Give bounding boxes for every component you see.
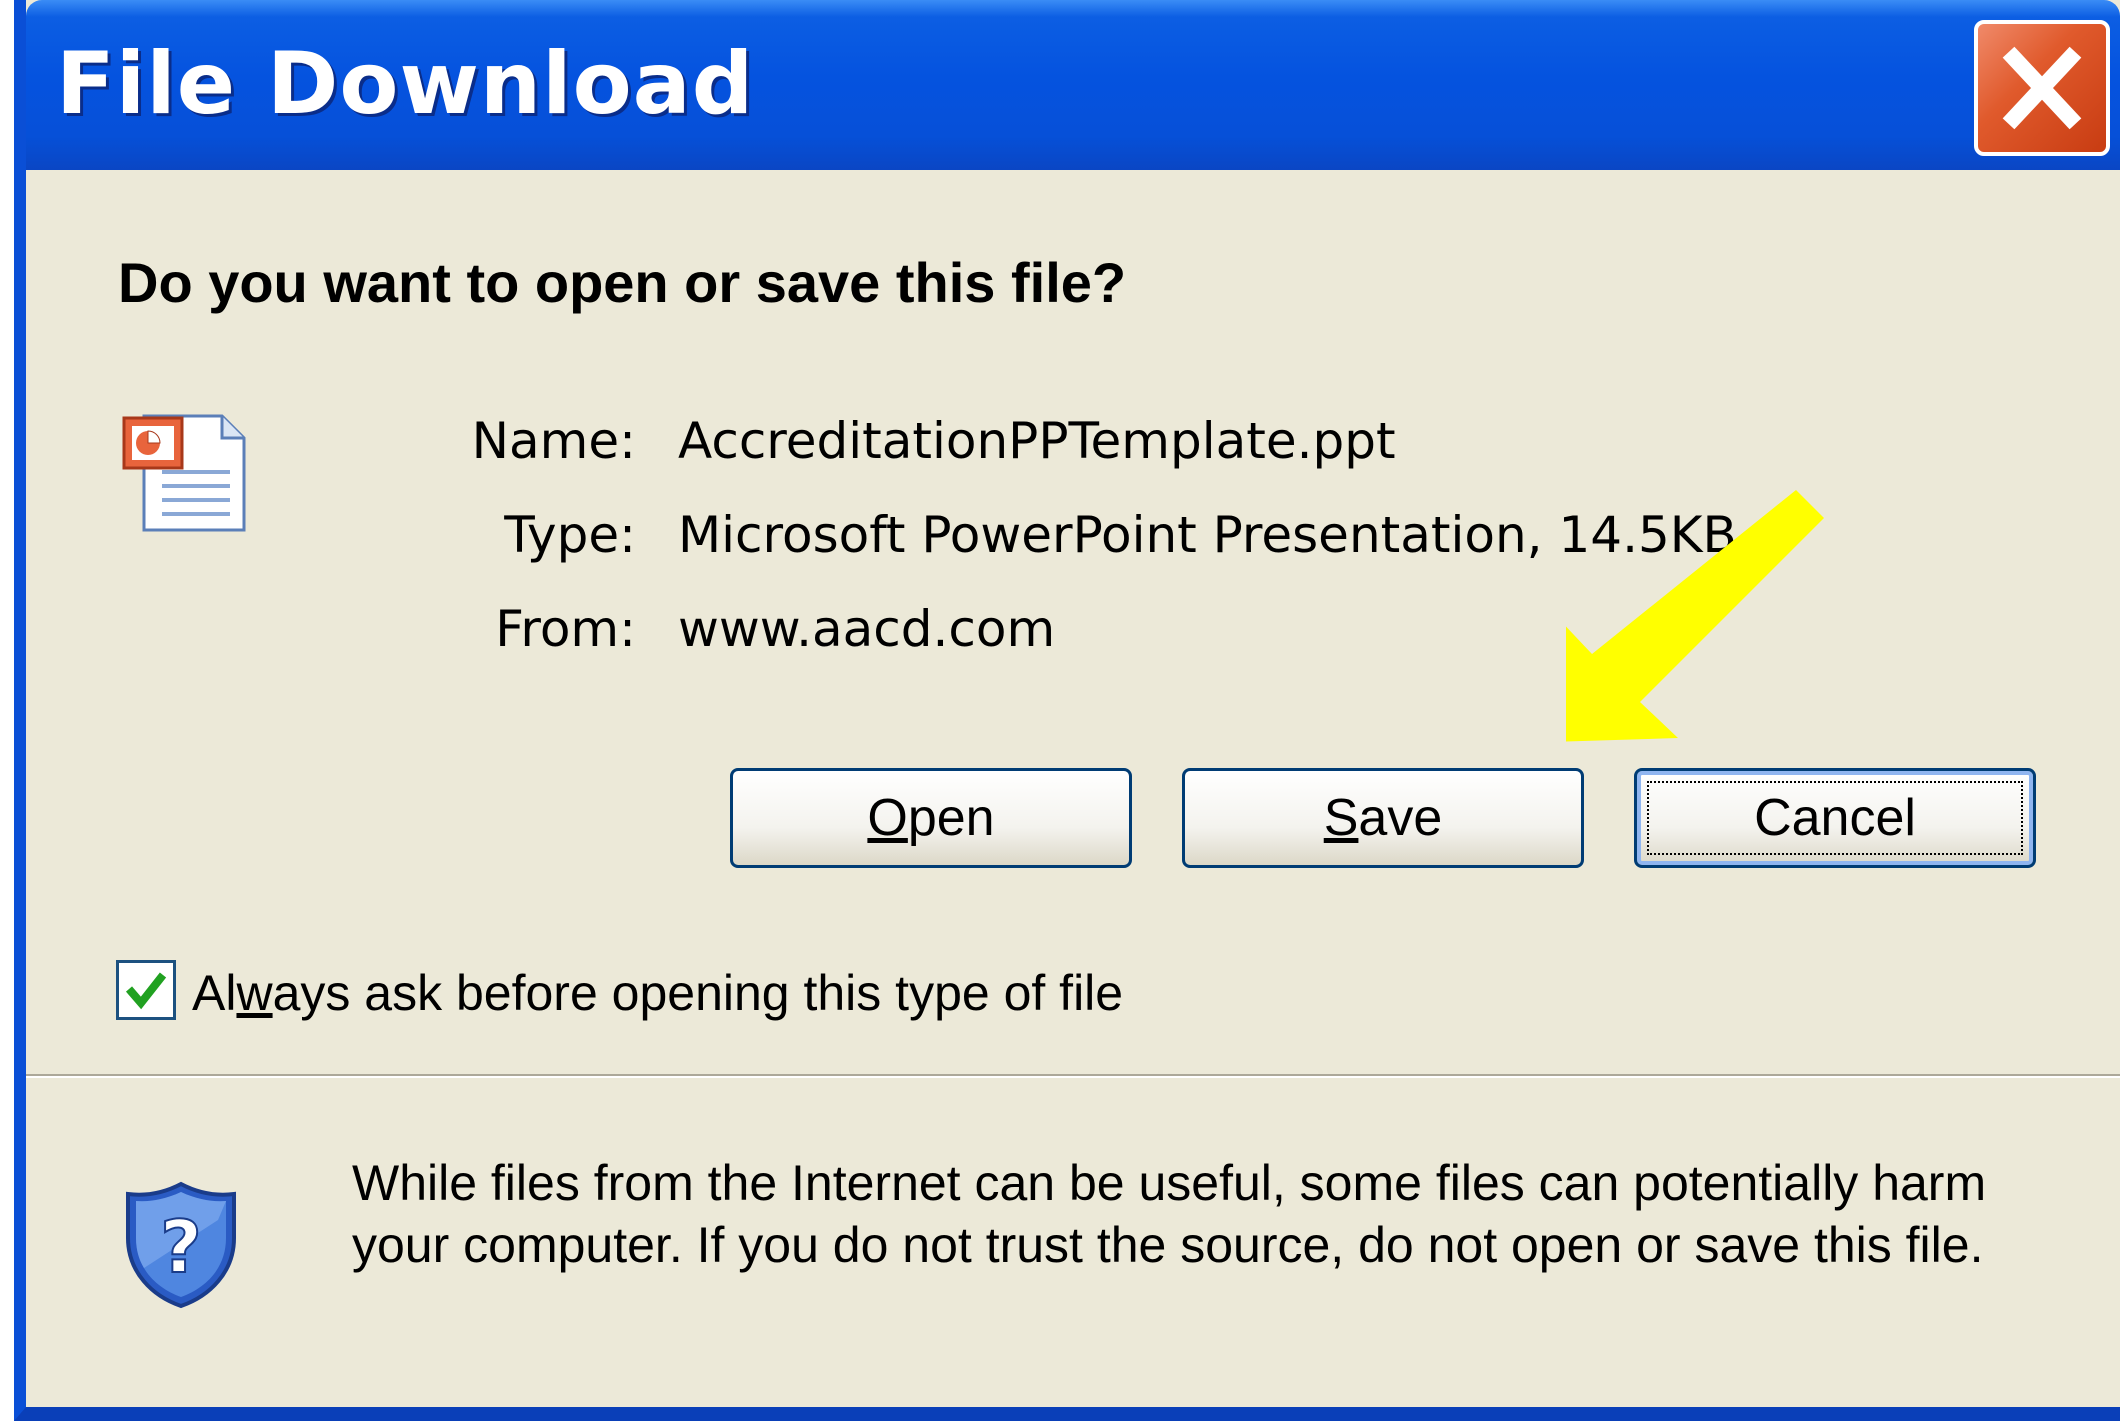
yellow-arrow-annotation (1566, 490, 1824, 742)
dialog-question: Do you want to open or save this file? (118, 251, 1127, 314)
security-warning-text: While files from the Internet can be use… (352, 1155, 1987, 1273)
file-from-label: From: (495, 600, 636, 658)
powerpoint-file-icon (122, 414, 246, 532)
window-title: File Download (56, 34, 755, 134)
cancel-button[interactable]: Cancel (1634, 768, 2036, 868)
always-ask-accesskey: w (236, 965, 273, 1021)
focus-rectangle (1647, 781, 2023, 855)
file-type-label: Type: (504, 506, 636, 564)
save-button-label: ave (1358, 789, 1443, 847)
file-name-value: AccreditationPPTemplate.ppt (678, 412, 1396, 470)
save-button-accesskey: S (1323, 789, 1359, 847)
checkmark-icon (125, 972, 167, 1010)
file-from-value: www.aacd.com (678, 600, 1056, 658)
file-name-label: Name: (471, 412, 636, 470)
always-ask-label-part1: Al (192, 965, 237, 1021)
file-download-dialog: File Download Do you want to open or sav… (14, 0, 2120, 1421)
svg-text:?: ? (160, 1205, 202, 1289)
open-button[interactable]: Open (730, 768, 1132, 868)
always-ask-checkbox[interactable] (116, 960, 176, 1020)
close-icon (2002, 46, 2082, 130)
open-button-label: pen (907, 789, 995, 847)
separator-line (26, 1074, 2120, 1078)
title-bar[interactable]: File Download (26, 0, 2120, 170)
open-button-accesskey: O (867, 789, 908, 847)
save-button[interactable]: Save (1182, 768, 1584, 868)
close-button[interactable] (1974, 20, 2110, 156)
always-ask-label[interactable]: Always ask before opening this type of f… (192, 964, 1123, 1022)
shield-question-icon: ? (126, 1181, 236, 1309)
always-ask-label-part2: ays ask before opening this type of file (272, 965, 1124, 1021)
